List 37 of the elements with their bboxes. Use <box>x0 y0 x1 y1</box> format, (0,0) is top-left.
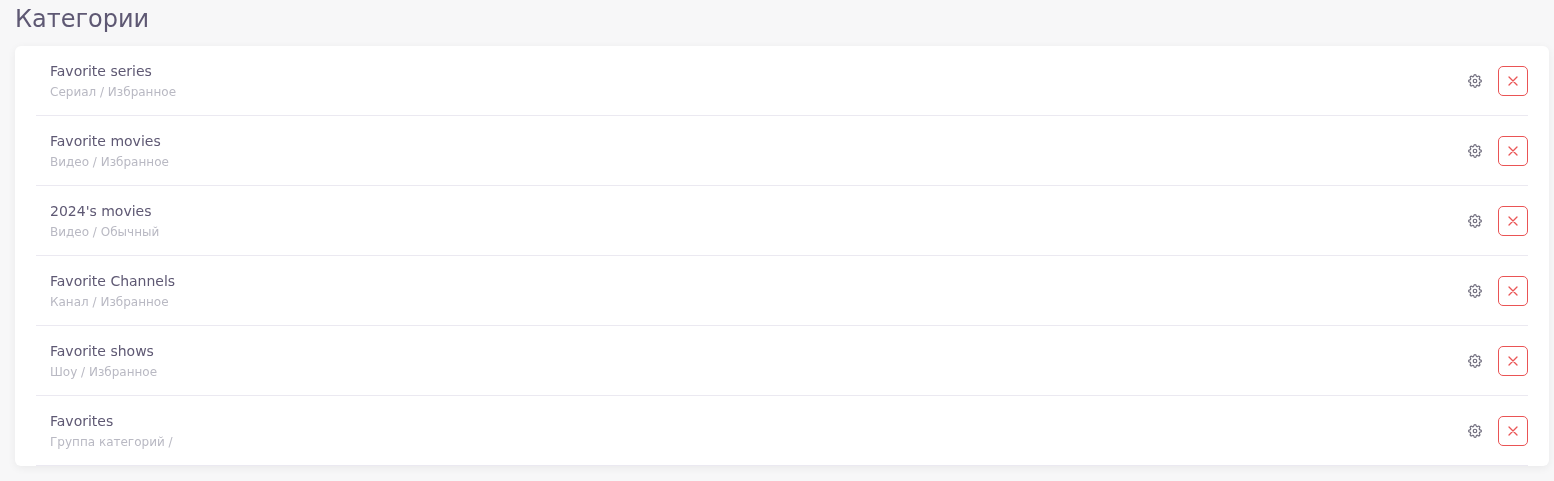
close-icon <box>1508 75 1518 86</box>
category-name: 2024's movies <box>50 201 152 220</box>
category-name: Favorite movies <box>50 131 161 150</box>
page-title: Категории <box>15 4 150 35</box>
category-type: Группа категорий / <box>50 433 173 450</box>
settings-button[interactable] <box>1467 282 1483 299</box>
settings-button[interactable] <box>1467 352 1483 369</box>
settings-icon <box>1468 283 1482 298</box>
settings-button[interactable] <box>1467 142 1483 159</box>
close-icon <box>1508 285 1518 296</box>
category-type: Видео / Обычный <box>50 223 160 240</box>
category-name: Favorite shows <box>50 341 154 360</box>
settings-icon <box>1468 423 1482 438</box>
delete-button[interactable] <box>1498 275 1528 306</box>
settings-icon <box>1468 73 1482 88</box>
close-icon <box>1508 215 1518 226</box>
close-icon <box>1508 145 1518 156</box>
settings-button[interactable] <box>1467 212 1483 229</box>
category-name: Favorite Channels <box>50 271 176 290</box>
settings-icon <box>1468 143 1482 158</box>
settings-button[interactable] <box>1467 422 1483 439</box>
category-type: Видео / Избранное <box>50 153 169 170</box>
delete-button[interactable] <box>1498 65 1528 96</box>
settings-icon <box>1468 213 1482 228</box>
category-name: Favorite series <box>50 61 152 80</box>
delete-button[interactable] <box>1498 415 1528 446</box>
delete-button[interactable] <box>1498 345 1528 376</box>
category-type: Шоу / Избранное <box>50 363 158 380</box>
settings-icon <box>1468 353 1482 368</box>
close-icon <box>1508 425 1518 436</box>
category-type: Канал / Избранное <box>50 293 169 310</box>
category-name: Favorites <box>50 411 114 430</box>
settings-button[interactable] <box>1467 72 1483 89</box>
close-icon <box>1508 355 1518 366</box>
delete-button[interactable] <box>1498 205 1528 236</box>
delete-button[interactable] <box>1498 135 1528 166</box>
category-type: Сериал / Избранное <box>50 83 177 100</box>
